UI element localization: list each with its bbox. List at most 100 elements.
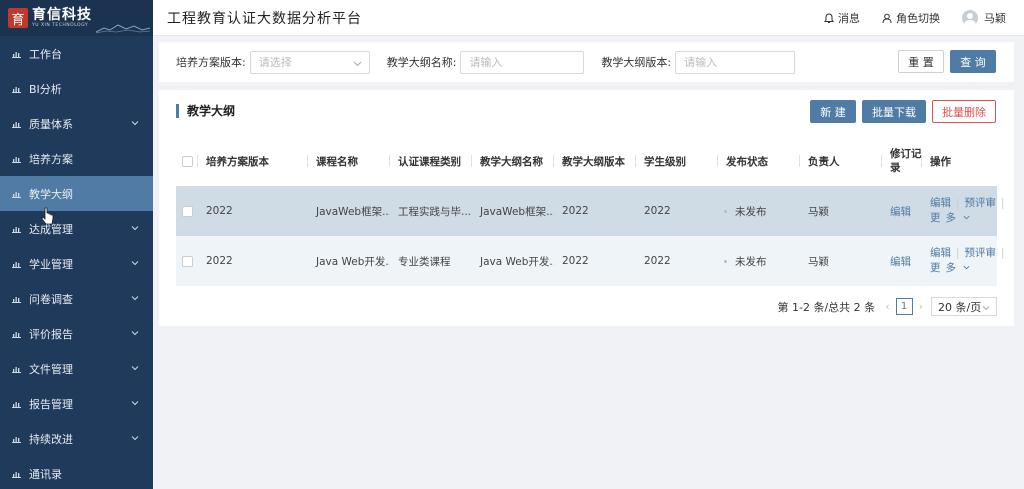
syllabus-table: 培养方案版本 课程名称 认证课程类别 教学大纲名称 教学大纲版本 学生级别 发布状态 负责人修…	[176, 136, 1005, 286]
table-row[interactable]: 2022 Java Web开发... 专业类课程 Java Web开发... 2022 2…	[176, 236, 1005, 286]
row-checkbox[interactable]	[182, 205, 193, 217]
select-all-checkbox[interactable]	[182, 155, 193, 167]
owner-cell: 马颖	[808, 255, 829, 268]
pre-review-link[interactable]: 预评审	[965, 246, 997, 261]
edit-link[interactable]: 编辑	[930, 196, 951, 211]
chevron-down-icon	[131, 366, 139, 371]
bar-chart-icon	[12, 436, 21, 443]
sidebar-item[interactable]: 问卷调查	[0, 281, 153, 316]
revision-edit-link[interactable]: 编辑	[882, 236, 922, 286]
column-header: 操作	[930, 155, 951, 168]
divider: |	[1001, 197, 1005, 209]
sidebar-item[interactable]: 教学大纲	[0, 176, 153, 211]
page-title: 工程教育认证大数据分析平台	[167, 10, 362, 27]
bar-chart-icon	[12, 226, 21, 233]
sidebar-item[interactable]: 达成管理	[0, 211, 153, 246]
sidebar-item[interactable]: 文件管理	[0, 351, 153, 386]
reset-button[interactable]: 重 置	[898, 50, 944, 73]
row-checkbox[interactable]	[182, 255, 193, 267]
page-size-select[interactable]: 20 条/页	[931, 297, 997, 316]
status-dot-icon	[724, 209, 727, 213]
messages-label: 消息	[838, 12, 860, 25]
column-header: 学生级别	[636, 136, 718, 186]
sidebar-item[interactable]: 质量体系	[0, 106, 153, 141]
sidebar-item-label: 报告管理	[29, 397, 73, 411]
new-button[interactable]: 新 建	[810, 100, 856, 123]
next-page-icon[interactable]: ›	[919, 300, 923, 313]
more-link[interactable]: 更	[930, 211, 941, 226]
batch-download-button[interactable]: 批量下载	[862, 100, 926, 123]
logo-mark: 育	[8, 8, 28, 28]
sidebar-item[interactable]: 培养方案	[0, 141, 153, 176]
status-dot-icon	[724, 259, 727, 263]
course-name-cell: Java Web开发...	[316, 255, 390, 268]
status-cell: 未发布	[718, 186, 800, 236]
sidebar-item[interactable]: 通讯录	[0, 456, 153, 489]
bell-icon	[824, 12, 834, 23]
header-actions: 消息 角色切换 马颖	[802, 0, 1006, 36]
owner-cell: 马颖	[808, 205, 829, 218]
sidebar-item-label: 培养方案	[29, 152, 73, 166]
sidebar-item-label: 工作台	[29, 47, 62, 61]
role-switch-button[interactable]: 角色切换	[882, 10, 940, 26]
pre-review-link[interactable]: 预评审	[965, 196, 997, 211]
syllabus-version-label: 教学大纲版本:	[601, 56, 672, 69]
sidebar-item-label: 问卷调查	[29, 292, 73, 306]
more-link-cont[interactable]: 多	[946, 261, 971, 276]
prev-page-icon[interactable]: ‹	[885, 300, 889, 313]
sidebar-item[interactable]: 学业管理	[0, 246, 153, 281]
bar-chart-icon	[12, 191, 21, 198]
plan-version-select[interactable]: 请选择	[249, 50, 370, 74]
chevron-down-icon	[963, 215, 970, 220]
bar-chart-icon	[12, 331, 21, 338]
plan-version-placeholder: 请选择	[258, 56, 292, 69]
column-header: 培养方案版本	[198, 136, 308, 186]
syllabus-name-placeholder: 请输入	[469, 56, 503, 69]
syllabus-version-cell: 2022	[562, 205, 589, 217]
course-category-cell: 工程实践与毕...	[398, 205, 472, 218]
logo-wave-icon	[96, 24, 150, 34]
syllabus-name-input[interactable]: 请输入	[460, 50, 585, 74]
page-number-button[interactable]: 1	[895, 298, 913, 315]
sidebar-item-label: 通讯录	[29, 467, 62, 481]
revision-edit-link[interactable]: 编辑	[882, 186, 922, 236]
user-switch-icon	[882, 13, 892, 23]
sidebar-item[interactable]: 工作台	[0, 36, 153, 71]
more-link[interactable]: 更	[930, 261, 941, 276]
row-select-cell	[176, 186, 198, 236]
actions-cell: 编辑 | 预评审 | 更多	[922, 236, 1019, 286]
syllabus-name-label: 教学大纲名称:	[386, 56, 457, 69]
bar-chart-icon	[12, 51, 21, 58]
edit-link[interactable]: 编辑	[930, 246, 951, 261]
sidebar-item[interactable]: 持续改进	[0, 421, 153, 456]
plan-version-label: 培养方案版本:	[176, 56, 246, 69]
sidebar-item[interactable]: BI分析	[0, 71, 153, 106]
chevron-down-icon	[982, 306, 990, 311]
messages-button[interactable]: 消息	[824, 10, 860, 26]
user-name: 马颖	[984, 12, 1006, 25]
bar-chart-icon	[12, 401, 21, 408]
avatar	[962, 10, 978, 26]
column-header: 课程名称	[308, 136, 390, 186]
course-category-cell: 专业类课程	[398, 255, 451, 268]
status-badge: 未发布	[735, 205, 767, 218]
query-button[interactable]: 查 询	[950, 50, 996, 73]
logo-subtitle: YU XIN TECHNOLOGY	[32, 22, 89, 28]
table-row[interactable]: 2022 JavaWeb框架... 工程实践与毕... JavaWeb框架... 202…	[176, 186, 1005, 236]
sidebar-item[interactable]: 报告管理	[0, 386, 153, 421]
batch-delete-button[interactable]: 批量删除	[932, 100, 996, 123]
select-all-cell	[176, 136, 198, 186]
user-menu[interactable]: 马颖	[962, 10, 1006, 26]
syllabus-version-input[interactable]: 请输入	[675, 50, 796, 74]
bar-chart-icon	[12, 156, 21, 163]
more-link-text: 多	[945, 212, 957, 224]
sidebar-item[interactable]: 评价报告	[0, 316, 153, 351]
more-link-cont[interactable]: 多	[946, 211, 971, 226]
role-switch-label: 角色切换	[896, 12, 940, 25]
sidebar-item-label: 文件管理	[29, 362, 73, 376]
logo[interactable]: 育 育信科技 YU XIN TECHNOLOGY	[0, 0, 153, 36]
status-badge: 未发布	[735, 255, 767, 268]
chevron-down-icon	[131, 226, 139, 231]
chevron-down-icon	[963, 265, 970, 270]
syllabus-name-cell: Java Web开发...	[480, 255, 554, 268]
